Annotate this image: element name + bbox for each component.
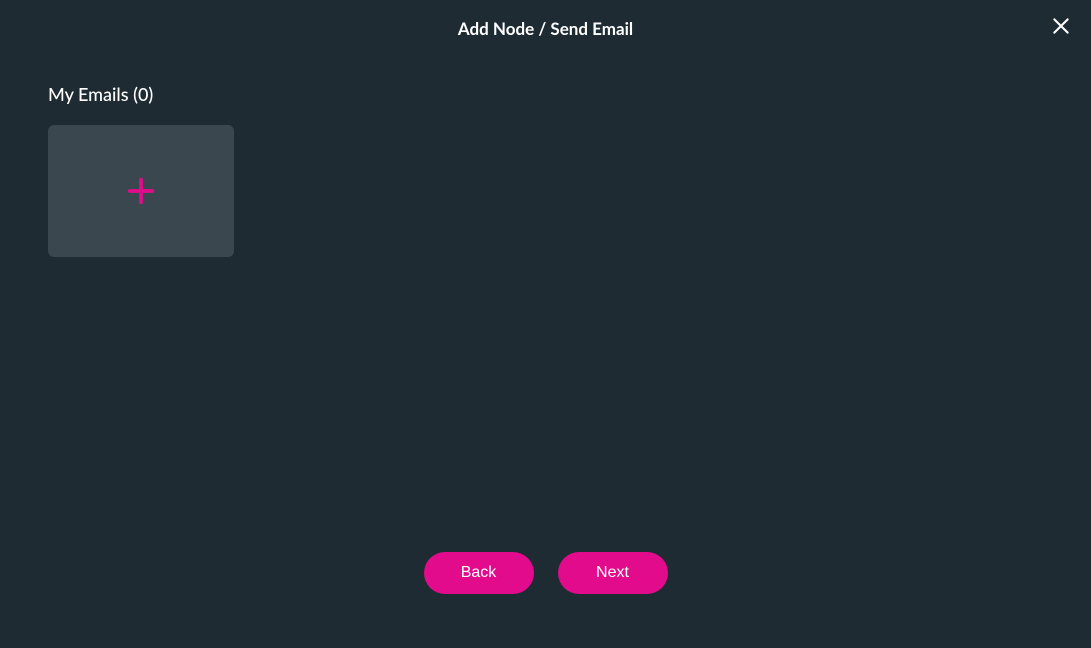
plus-icon [126, 176, 156, 206]
modal-header: Add Node / Send Email [0, 0, 1091, 39]
close-icon [1051, 16, 1071, 36]
close-button[interactable] [1047, 12, 1075, 40]
next-button[interactable]: Next [558, 552, 668, 594]
add-node-modal: Add Node / Send Email My Emails (0) Back… [0, 0, 1091, 648]
add-email-card[interactable] [48, 125, 234, 257]
section-title: My Emails (0) [48, 83, 1043, 105]
modal-content: My Emails (0) [0, 39, 1091, 552]
modal-title: Add Node / Send Email [0, 18, 1091, 39]
modal-footer: Back Next [0, 552, 1091, 648]
back-button[interactable]: Back [424, 552, 534, 594]
